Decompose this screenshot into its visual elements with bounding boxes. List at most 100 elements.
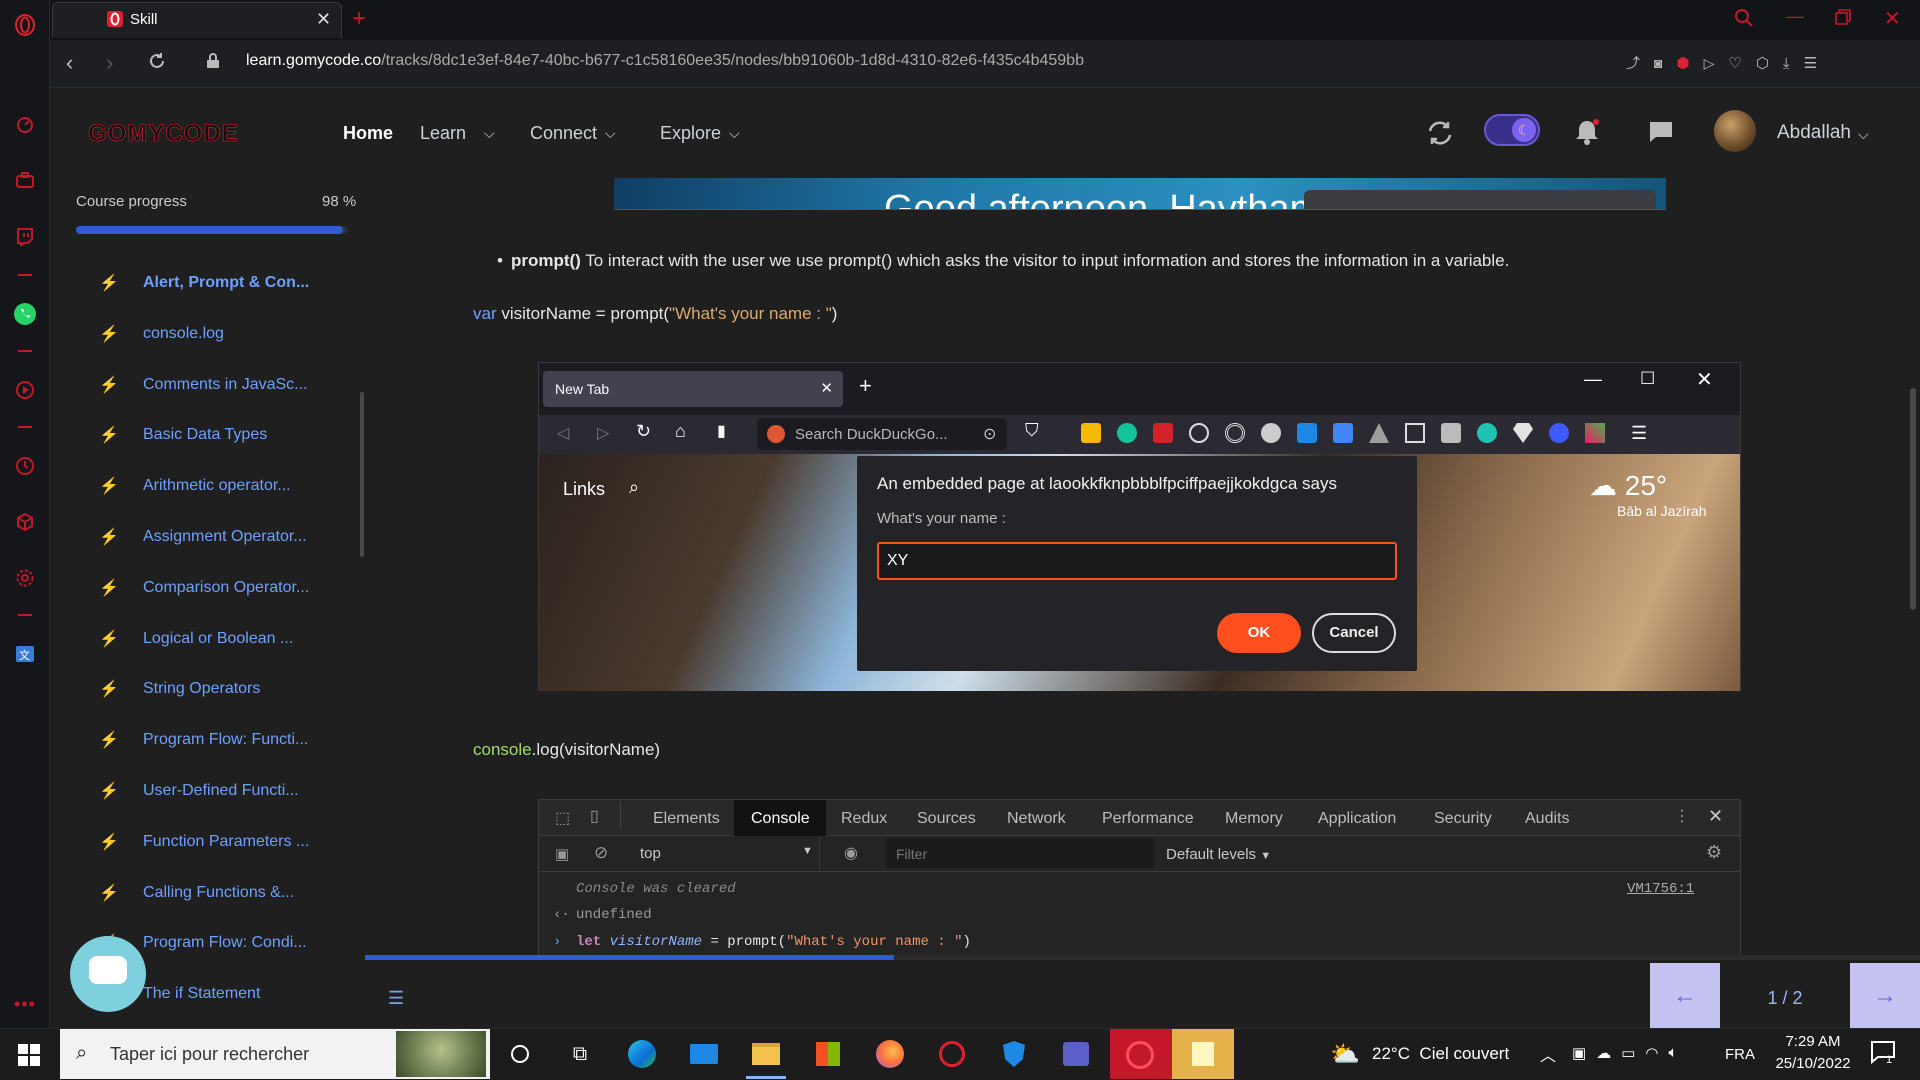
dark-mode-toggle[interactable]: ☾ [1484, 114, 1540, 146]
gomycode-logo[interactable]: GOMYCODE [88, 120, 239, 148]
lesson-item[interactable]: ⚡ User-Defined Functi... [77, 766, 357, 816]
lesson-item[interactable]: ⚡ Logical or Boolean ... [77, 614, 357, 664]
dialog-cancel-button[interactable]: Cancel [1312, 613, 1396, 653]
nav-connect[interactable]: Connect [530, 123, 597, 144]
battery-icon[interactable]: ▭ [1621, 1044, 1635, 1062]
tab-skill[interactable] [52, 2, 342, 38]
onedrive-icon[interactable]: ☁ [1596, 1044, 1611, 1062]
devtools-close-icon[interactable]: ✕ [1708, 806, 1723, 827]
language-indicator[interactable]: FRA [1725, 1046, 1755, 1063]
cortana-icon[interactable] [502, 1036, 538, 1072]
url-field[interactable]: learn.gomycode.co/tracks/8dc1e3ef-84e7-4… [246, 52, 1084, 70]
teams-icon[interactable] [1058, 1036, 1094, 1072]
windows-start-icon[interactable] [18, 1044, 40, 1066]
devtools-tab-console[interactable]: Console [751, 810, 810, 828]
support-chat-button[interactable] [70, 936, 146, 1012]
notifications-icon[interactable]: 1 [1870, 1040, 1900, 1070]
taskbar-search-box[interactable]: ⌕ Taper ici pour rechercher [60, 1029, 490, 1079]
eye-icon[interactable]: ◉ [844, 843, 858, 863]
lesson-item[interactable]: ⚡ Assignment Operator... [77, 512, 357, 562]
chevron-down-icon[interactable]: ⌵ [1858, 126, 1869, 143]
history-icon[interactable] [13, 454, 37, 478]
lesson-item[interactable]: ⚡ Calling Functions &... [77, 868, 357, 918]
speed-dial-icon[interactable] [13, 112, 37, 136]
whatsapp-icon[interactable] [13, 302, 37, 326]
device-toolbar-icon[interactable]: ▯ [590, 806, 599, 826]
translate-app-icon[interactable]: 文 [13, 642, 37, 666]
outline-list-icon[interactable]: ☰ [388, 988, 404, 1009]
devtools-tab-memory[interactable]: Memory [1225, 810, 1283, 828]
console-settings-gear-icon[interactable]: ⚙ [1706, 842, 1722, 863]
content-scrollbar[interactable] [1910, 388, 1916, 610]
inspect-element-icon[interactable]: ⬚ [555, 808, 570, 828]
firefox-icon[interactable] [872, 1036, 908, 1072]
devtools-tab-elements[interactable]: Elements [653, 810, 720, 828]
devtools-tab-audits[interactable]: Audits [1525, 810, 1569, 828]
opera-logo-icon[interactable] [13, 13, 37, 37]
console-source-link[interactable]: VM1756:1 [1627, 881, 1694, 897]
bell-icon[interactable] [1574, 118, 1600, 146]
download-icon[interactable]: ⤓ [1783, 55, 1790, 72]
opera-gx-icon[interactable] [934, 1036, 970, 1072]
lesson-item[interactable]: ⚡ Function Parameters ... [77, 817, 357, 867]
wifi-icon[interactable]: ◠ [1645, 1044, 1658, 1062]
lesson-item[interactable]: ⚡ Program Flow: Functi... [77, 715, 357, 765]
tray-app-icon[interactable]: ▣ [1572, 1044, 1586, 1062]
nav-explore[interactable]: Explore [660, 123, 721, 144]
nav-home[interactable]: Home [343, 123, 393, 144]
username[interactable]: Abdallah [1777, 122, 1851, 144]
clock-date[interactable]: 25/10/2022 [1762, 1055, 1864, 1072]
show-hidden-icons-chevron-icon[interactable]: ︿ [1540, 1042, 1556, 1066]
file-explorer-icon[interactable] [748, 1036, 784, 1072]
devtools-tab-network[interactable]: Network [1007, 810, 1066, 828]
console-filter-input[interactable]: Filter [886, 838, 1154, 868]
adblock-shield-icon[interactable]: ⬢ [1676, 54, 1689, 72]
volume-icon[interactable]: 🔈︎ [1668, 1044, 1677, 1062]
tab-close-icon[interactable]: ✕ [316, 9, 331, 30]
minimize-icon[interactable]: — [1786, 6, 1804, 27]
restore-icon[interactable] [1834, 8, 1852, 26]
lesson-item[interactable]: ⚡ Arithmetic operator... [77, 461, 357, 511]
snapshot-icon[interactable]: ⤴ [1626, 53, 1640, 73]
send-icon[interactable]: ▷ [1704, 55, 1715, 72]
lesson-item[interactable]: ⚡ String Operators [77, 664, 357, 714]
briefcase-icon[interactable] [13, 168, 37, 192]
devtools-tab-application[interactable]: Application [1318, 810, 1396, 828]
lesson-item[interactable]: ⚡ Alert, Prompt & Con... [77, 258, 357, 308]
reload-icon[interactable] [148, 52, 166, 70]
devtools-tab-security[interactable]: Security [1434, 810, 1492, 828]
course-panel-scrollbar[interactable] [360, 392, 364, 557]
task-view-icon[interactable]: ⧉ [562, 1036, 598, 1072]
dialog-input[interactable]: XY [877, 542, 1397, 580]
lesson-item[interactable]: ⚡ Basic Data Types [77, 410, 357, 460]
window-close-icon[interactable]: ✕ [1884, 6, 1901, 31]
settings-gear-icon[interactable] [13, 566, 37, 590]
clock-time[interactable]: 7:29 AM [1768, 1033, 1858, 1050]
search-tabs-icon[interactable] [1734, 8, 1754, 28]
back-icon[interactable]: ‹ [66, 50, 73, 76]
forward-icon[interactable]: › [106, 50, 113, 76]
dialog-ok-button[interactable]: OK [1217, 613, 1301, 653]
new-tab-icon[interactable]: + [352, 5, 366, 33]
prev-page-button[interactable]: ← [1650, 963, 1720, 1028]
lesson-item[interactable]: ⚡ console.log [77, 309, 357, 359]
devtools-kebab-icon[interactable]: ⋮ [1674, 806, 1690, 826]
player-icon[interactable] [13, 378, 37, 402]
more-options-icon[interactable]: ••• [13, 992, 37, 1016]
lesson-item[interactable]: ⚡ Comments in JavaSc... [77, 360, 357, 410]
twitch-icon[interactable] [13, 224, 37, 248]
taskbar-weather[interactable]: 22°C Ciel couvert [1372, 1044, 1509, 1064]
heart-icon[interactable]: ♡ [1728, 54, 1741, 72]
camera-icon[interactable]: ◙ [1654, 55, 1662, 71]
next-page-button[interactable]: → [1850, 963, 1920, 1028]
log-levels-dropdown[interactable]: Default levels ▼ [1166, 846, 1271, 863]
weather-cloud-icon[interactable]: ⛅ [1330, 1040, 1360, 1069]
mail-icon[interactable] [686, 1036, 722, 1072]
easy-setup-icon[interactable]: ☰ [1804, 54, 1817, 72]
vpn-shield-icon[interactable] [996, 1036, 1032, 1072]
nav-learn[interactable]: Learn [420, 123, 466, 144]
context-selector[interactable]: top ▼ [630, 836, 820, 870]
edge-icon[interactable] [624, 1036, 660, 1072]
extensions-cube-icon[interactable] [13, 510, 37, 534]
console-sidebar-icon[interactable]: ▣ [555, 845, 569, 863]
